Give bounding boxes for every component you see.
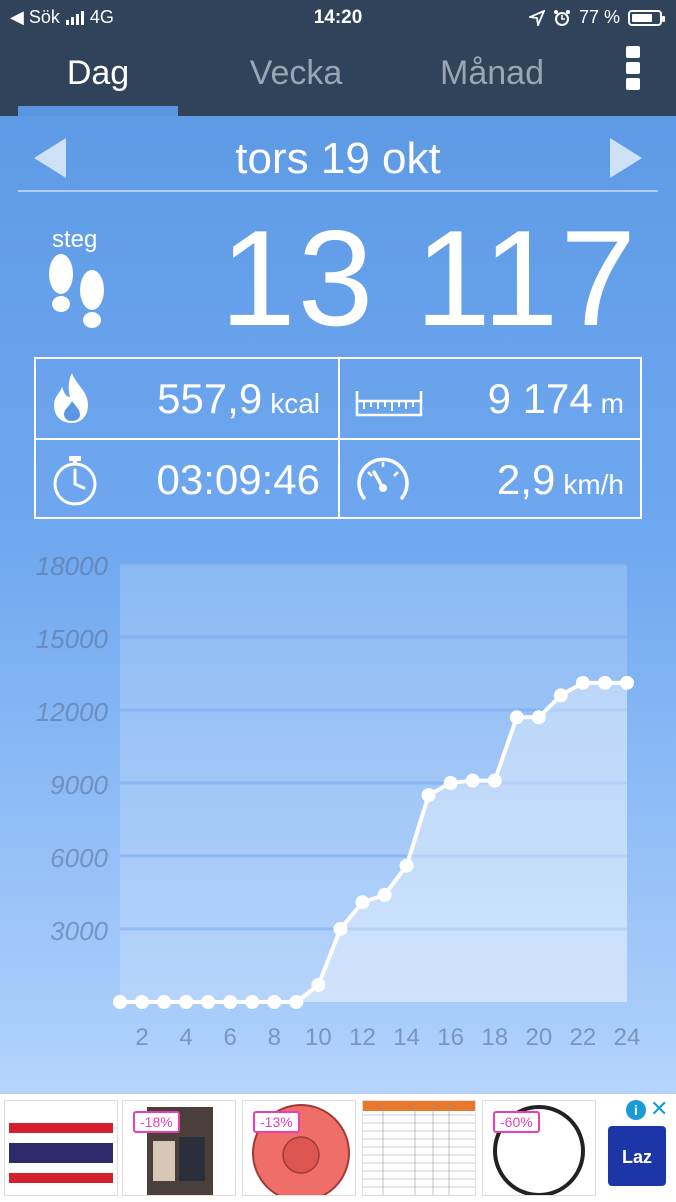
tab-week[interactable]: Vecka: [226, 54, 366, 93]
x-tick-label: 24: [614, 1024, 641, 1051]
next-day-arrow-icon[interactable]: [610, 138, 642, 178]
date-divider: [18, 190, 658, 192]
status-bar: ◀ Sök 4G 14:20 77 %: [0, 0, 676, 36]
lazada-logo-text: Laz: [621, 1147, 652, 1167]
chart-data-point: [399, 858, 414, 873]
stopwatch-icon: [53, 456, 97, 506]
ad-item-ring[interactable]: -60%: [482, 1100, 596, 1196]
x-tick-label: 10: [305, 1024, 332, 1051]
ad-close-icon[interactable]: ✕: [650, 1096, 668, 1122]
chart-data-point: [487, 773, 502, 788]
battery-fill: [632, 13, 653, 22]
chart-data-point: [509, 710, 524, 725]
y-tick-label: 18000: [36, 551, 109, 581]
calories-value-wrap: 557,9 kcal: [157, 375, 320, 423]
chart-data-point: [597, 675, 612, 690]
chart-data-point: [113, 995, 127, 1009]
chart-data-point: [179, 995, 194, 1009]
chart-data-point: [553, 688, 568, 703]
tab-month[interactable]: Månad: [418, 54, 566, 93]
discount-badge: -13%: [253, 1111, 300, 1133]
ad-info-icon[interactable]: i: [626, 1100, 646, 1120]
x-tick-label: 12: [349, 1024, 376, 1051]
distance-unit: m: [600, 388, 624, 419]
x-tick-label: 6: [224, 1024, 237, 1051]
lazada-logo[interactable]: Laz: [608, 1126, 666, 1186]
chart-data-point: [377, 887, 392, 902]
speed-value: 2,9: [496, 456, 556, 503]
x-tick-label: 16: [437, 1024, 464, 1051]
y-tick-label: 6000: [50, 843, 108, 873]
chart-data-point: [311, 977, 326, 992]
x-tick-label: 2: [135, 1024, 148, 1051]
stats-grid: 557,9 kcal 9 174 m 03:09:46 2,9 km/h: [34, 357, 642, 519]
x-tick-label: 8: [268, 1024, 281, 1051]
calories-value: 557,9: [157, 375, 263, 422]
y-tick-label: 12000: [36, 697, 109, 727]
calories-cell: 557,9 kcal: [36, 359, 338, 438]
steps-label: steg: [52, 226, 98, 253]
ruler-icon: [355, 391, 423, 417]
ad-item-flag[interactable]: [4, 1100, 118, 1196]
calories-unit: kcal: [270, 388, 320, 419]
ad-item-drum[interactable]: -13%: [242, 1100, 356, 1196]
speed-value-wrap: 2,9 km/h: [497, 456, 624, 504]
x-tick-label: 4: [179, 1024, 192, 1051]
chart-data-point: [443, 776, 458, 790]
period-tabs: Dag Vecka Månad: [0, 36, 676, 116]
x-tick-label: 18: [481, 1024, 508, 1051]
menu-icon[interactable]: [626, 46, 640, 94]
discount-badge: -60%: [493, 1111, 540, 1133]
y-tick-label: 3000: [50, 916, 108, 946]
chart-data-point: [421, 788, 436, 803]
y-tick-label: 15000: [36, 624, 109, 654]
ad-item-book[interactable]: -18%: [122, 1100, 236, 1196]
chart-data-point: [157, 995, 172, 1009]
chart-data-point: [355, 895, 370, 910]
spreadsheet-image: [363, 1101, 475, 1195]
speedometer-icon: [357, 457, 409, 500]
chart-data-point: [289, 995, 304, 1009]
x-tick-label: 14: [393, 1024, 420, 1051]
chart-data-point: [465, 773, 480, 788]
ad-banner[interactable]: -18% -13% -60%: [0, 1094, 676, 1202]
chart-data-point: [201, 995, 216, 1009]
distance-cell: 9 174 m: [340, 359, 642, 438]
chart-data-point: [333, 922, 348, 936]
speed-cell: 2,9 km/h: [340, 440, 642, 519]
y-tick-label: 9000: [50, 770, 108, 800]
flame-icon: [54, 373, 88, 423]
duration-value: 03:09:46: [156, 456, 321, 503]
distance-value-wrap: 9 174 m: [488, 375, 624, 423]
date-navigation: tors 19 okt: [0, 116, 676, 192]
chart-data-point: [245, 995, 260, 1009]
speed-unit: km/h: [563, 469, 624, 500]
step-count: 13 117: [220, 202, 638, 354]
active-tab-indicator: [18, 106, 178, 116]
chart-data-point: [223, 995, 238, 1009]
chart-data-point: [531, 710, 546, 725]
status-right: 77 %: [528, 7, 665, 28]
hourly-steps-chart: 3000600090001200015000180002 4 6 8 10 12 14 16 1…: [36, 551, 641, 1051]
battery-percent: 77 %: [578, 7, 620, 27]
distance-value: 9 174: [487, 375, 593, 422]
discount-badge: -18%: [133, 1111, 180, 1133]
x-tick-label: 22: [570, 1024, 597, 1051]
chart-data-point: [267, 995, 282, 1009]
chart-data-point: [620, 675, 634, 690]
location-arrow-icon: [528, 9, 545, 26]
x-tick-label: 20: [525, 1024, 552, 1051]
chart-data-point: [135, 995, 150, 1009]
tab-day[interactable]: Dag: [30, 54, 166, 93]
current-date: tors 19 okt: [235, 134, 441, 183]
alarm-clock-icon: [553, 9, 570, 26]
ad-item-spreadsheet[interactable]: [362, 1100, 476, 1196]
thai-flag-image: [9, 1123, 113, 1183]
chart-data-point: [575, 675, 590, 690]
battery-icon: [628, 9, 665, 26]
footprints-icon: [49, 254, 104, 328]
duration-cell: 03:09:46: [36, 440, 338, 519]
